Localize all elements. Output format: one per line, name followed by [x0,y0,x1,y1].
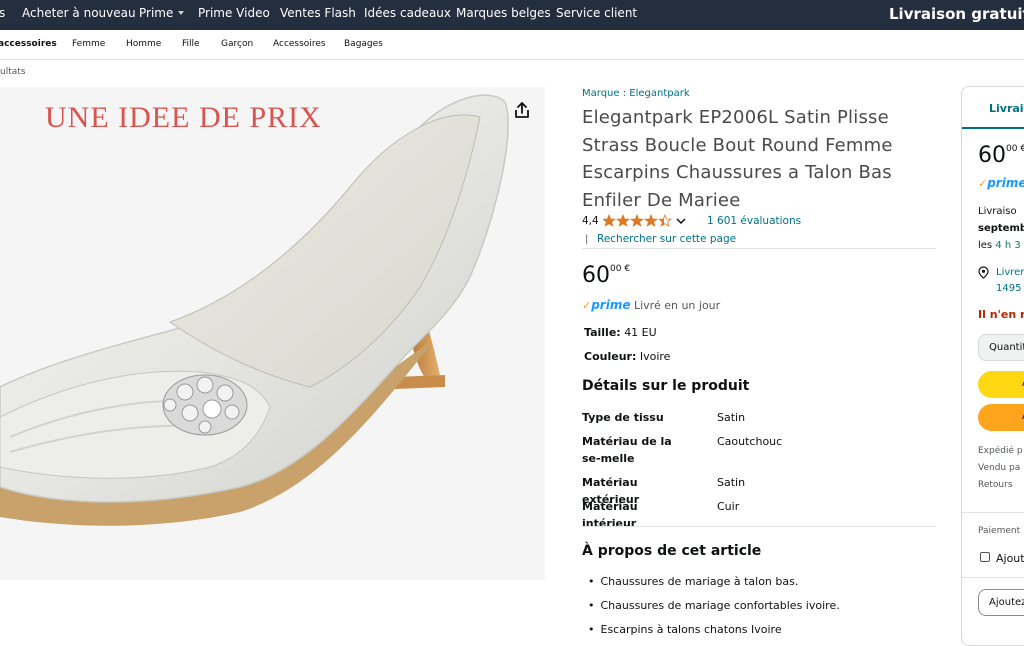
buybox-price: 6000 € [978,143,1024,168]
ratings-count-link[interactable]: 1 601 évaluations [707,215,801,227]
divider [582,248,936,249]
detail-value: Cuir [717,500,740,513]
tab-delivery-label: Livrais [989,102,1024,115]
location-pin-icon [978,266,989,279]
deliver-to-postcode[interactable]: 1495 [996,283,1021,294]
payment-label: Paiement [978,526,1021,536]
chevron-down-icon [178,11,185,15]
buybox-prime: ✓prime [978,176,1024,190]
breadcrumb[interactable]: ultats [0,67,25,77]
check-icon: ✓ [978,177,988,190]
gift-checkbox[interactable] [980,552,990,562]
brand-link[interactable]: Marque : Elegantpark [582,88,690,99]
nav-prime-label: Prime [139,6,174,20]
separator: | [585,234,589,245]
add-to-list-button[interactable]: Ajoutez [978,589,1024,616]
subnav-men[interactable]: Homme [126,39,161,49]
deliver-to-link[interactable]: Livrer [996,267,1024,278]
buybox-delivery-line: Livraiso [978,206,1017,217]
list-item: Escarpins à talons chatons Ivoire [588,623,782,636]
gift-checkbox-label: Ajout [996,552,1024,565]
list-item: Chaussures de mariage confortables ivoir… [588,599,840,612]
prime-logo: prime [591,298,631,312]
product-details-title: Détails sur le produit [582,378,750,394]
add-to-list-label: Ajoutez [989,597,1024,608]
stock-status: Il n'en re [978,308,1024,321]
subnav-women[interactable]: Femme [72,39,105,49]
about-item-title: À propos de cet article [582,543,762,559]
subnav-accessories-current[interactable]: accessoires [0,39,57,49]
detail-label: Matériau de la se-melle [582,435,672,465]
sold-by-label: Vendu pa [978,463,1021,473]
buybox-delivery-countdown: 4 h 3 [995,240,1021,251]
tab-delivery[interactable]: Livrais [962,87,1024,129]
add-to-cart-button[interactable]: A [978,371,1024,398]
prime-delivery: ✓prime Livré en un jour [582,298,720,312]
nav-flash-sales[interactable]: Ventes Flash [280,6,356,20]
shoe-illustration: UNE IDEE DE PRIX [0,87,545,580]
top-nav: s Acheter à nouveau Prime Prime Video Ve… [0,0,1024,30]
shipped-by-label: Expédié p [978,446,1023,456]
price-main: 60 [582,263,610,288]
detail-value: Satin [717,411,746,424]
quantity-label: Quantit [989,342,1024,353]
nav-customer-service[interactable]: Service client [556,6,637,20]
category-nav: accessoires Femme Homme Fille Garçon Acc… [0,30,1024,60]
buybox-price-cents: 00 € [1006,144,1024,154]
price: 6000 € [582,263,630,288]
subnav-girl[interactable]: Fille [182,39,200,49]
nav-buy-again[interactable]: Acheter à nouveau [22,6,136,20]
list-item: Chaussures de mariage à talon bas. [588,575,799,588]
chevron-down-icon[interactable] [676,217,686,225]
buckle [162,374,248,436]
detail-value: Caoutchouc [717,435,783,448]
divider [962,577,1024,578]
buy-box: Livrais 6000 € ✓prime Livraiso septemb l… [961,86,1024,646]
buybox-delivery-date: septemb [978,223,1024,234]
watermark-text: UNE IDEE DE PRIX [45,101,322,134]
nav-partial[interactable]: s [0,6,5,20]
color-label: Couleur: [584,350,637,363]
divider [962,512,1024,513]
divider [582,526,936,527]
size-attribute: Taille: 41 EU [584,326,657,339]
color-attribute: Couleur: Ivoire [584,350,670,363]
search-page-link[interactable]: Rechercher sur cette page [597,233,736,245]
buybox-delivery-prefix: les [978,240,996,251]
buybox-delivery-time: les 4 h 3 [978,240,1021,251]
subnav-accessories[interactable]: Accessoires [273,39,326,49]
detail-value: Satin [717,476,746,489]
nav-prime-video[interactable]: Prime Video [198,6,270,20]
share-icon[interactable] [512,100,532,120]
subnav-boy[interactable]: Garçon [221,39,253,49]
delivery-text: Livré en un jour [633,299,721,312]
buybox-price-main: 60 [978,143,1006,168]
prime-logo: prime [987,176,1024,190]
product-title: Elegantpark EP2006L Satin Plisse Strass … [582,107,893,211]
color-value: Ivoire [639,350,671,363]
buy-now-button[interactable]: A [978,404,1024,431]
quantity-select[interactable]: Quantit [978,334,1024,361]
rating-value[interactable]: 4,4 [582,215,599,227]
returns-label: Retours [978,480,1013,490]
detail-label: Type de tissu [582,411,664,424]
star-rating-icon[interactable] [603,214,673,228]
size-label: Taille: [584,326,621,339]
size-value: 41 EU [624,326,657,339]
check-icon: ✓ [582,299,592,312]
nav-belgian-brands[interactable]: Marques belges [456,6,551,20]
product-image[interactable]: UNE IDEE DE PRIX [0,87,545,580]
nav-prime[interactable]: Prime [139,6,185,20]
free-delivery-promo[interactable]: Livraison gratuit [889,5,1024,23]
price-cents: 00 € [610,264,631,274]
nav-gift-ideas[interactable]: Idées cadeaux [364,6,451,20]
subnav-luggage[interactable]: Bagages [344,39,383,49]
